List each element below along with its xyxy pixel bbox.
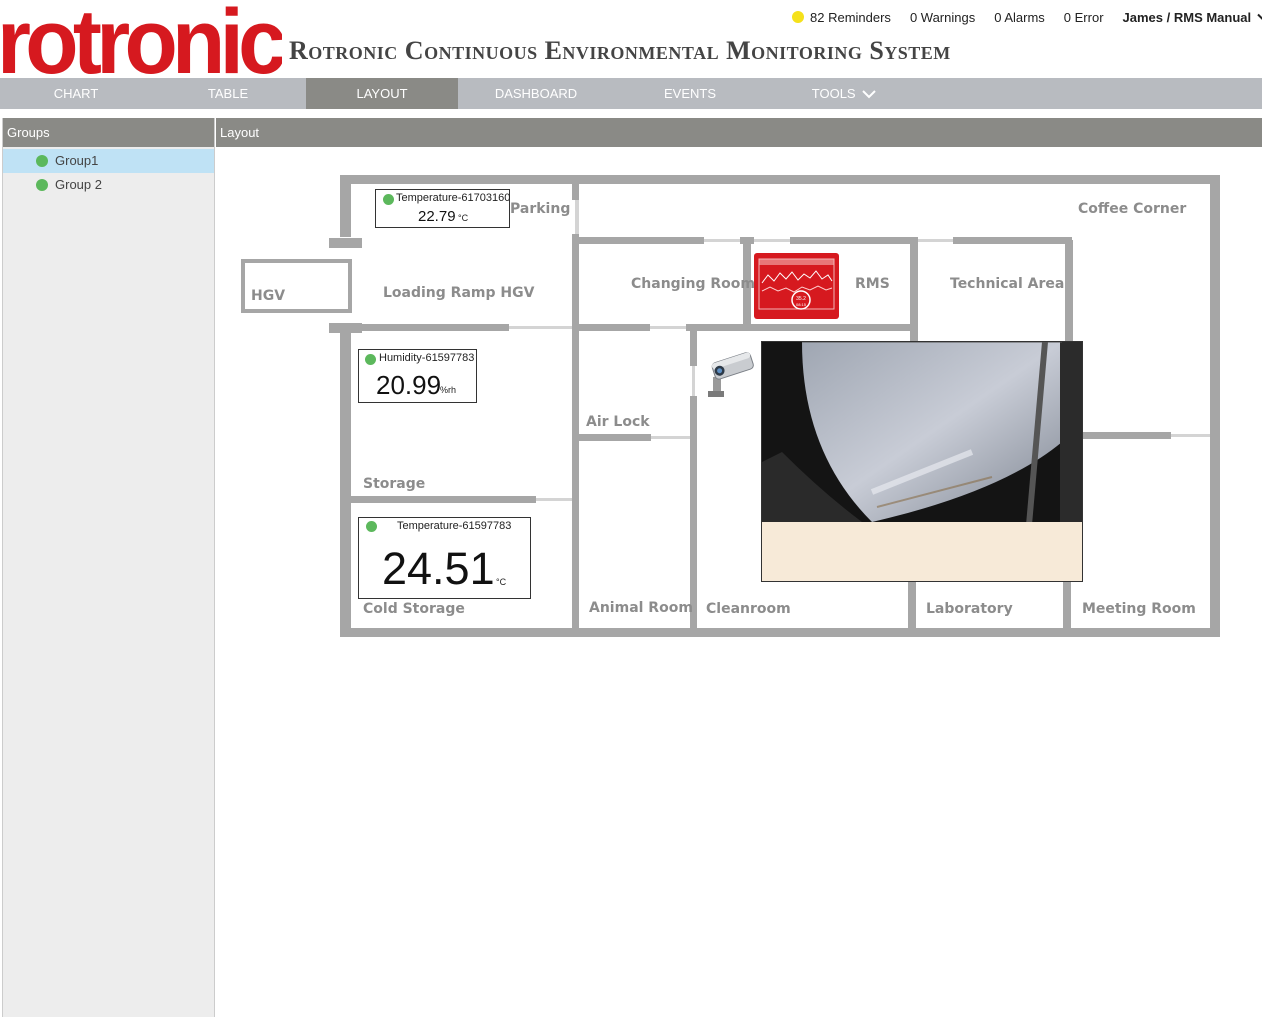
room-label-laboratory: Laboratory: [926, 601, 1013, 617]
room-label-coffee-corner: Coffee Corner: [1078, 201, 1187, 217]
room-label-animal-room: Animal Room: [589, 600, 693, 616]
room-label-air-lock: Air Lock: [586, 414, 650, 430]
room-label-storage: Storage: [363, 476, 426, 492]
sensor-value: 20.99: [376, 370, 442, 400]
sensor-status-icon: [365, 354, 376, 365]
sensor-unit: °C: [496, 577, 507, 587]
room-label-loading-ramp: Loading Ramp HGV: [383, 285, 535, 301]
sensor-value: 24.51: [382, 543, 495, 594]
camera-popup[interactable]: [761, 341, 1083, 582]
sensor-widget-temperature-61597783[interactable]: Temperature-61597783 24.51 °C: [358, 517, 531, 599]
rms-device-subtext: 08:15: [796, 302, 807, 307]
sensor-status-icon: [366, 521, 377, 532]
sensor-status-icon: [383, 194, 394, 205]
room-label-technical-area: Technical Area: [950, 276, 1065, 292]
sensor-name: Humidity-61597783: [379, 352, 475, 364]
room-label-cold-storage: Cold Storage: [363, 601, 465, 617]
camera-feed-image: [762, 342, 1082, 522]
sensor-widget-humidity-61597783[interactable]: Humidity-61597783 20.99 %rh: [358, 349, 477, 403]
room-label-parking: Parking: [510, 201, 571, 217]
rms-device-icon[interactable]: 35.2 08:15: [754, 253, 839, 319]
room-label-rms: RMS: [855, 276, 890, 292]
room-label-cleanroom: Cleanroom: [706, 601, 791, 617]
sensor-name: Temperature-61703160: [396, 192, 511, 204]
room-label-changing-room: Changing Room: [631, 276, 755, 292]
sensor-widget-temperature-61703160[interactable]: Temperature-61703160 22.79 °C: [375, 189, 510, 228]
sensor-unit: °C: [458, 213, 469, 223]
sensor-name: Temperature-61597783: [397, 520, 512, 532]
security-camera-icon[interactable]: [705, 347, 755, 401]
sensor-value: 22.79: [418, 208, 456, 225]
room-label-hgv: HGV: [251, 288, 286, 304]
room-label-meeting-room: Meeting Room: [1082, 601, 1196, 617]
sensor-unit: %rh: [440, 385, 457, 395]
